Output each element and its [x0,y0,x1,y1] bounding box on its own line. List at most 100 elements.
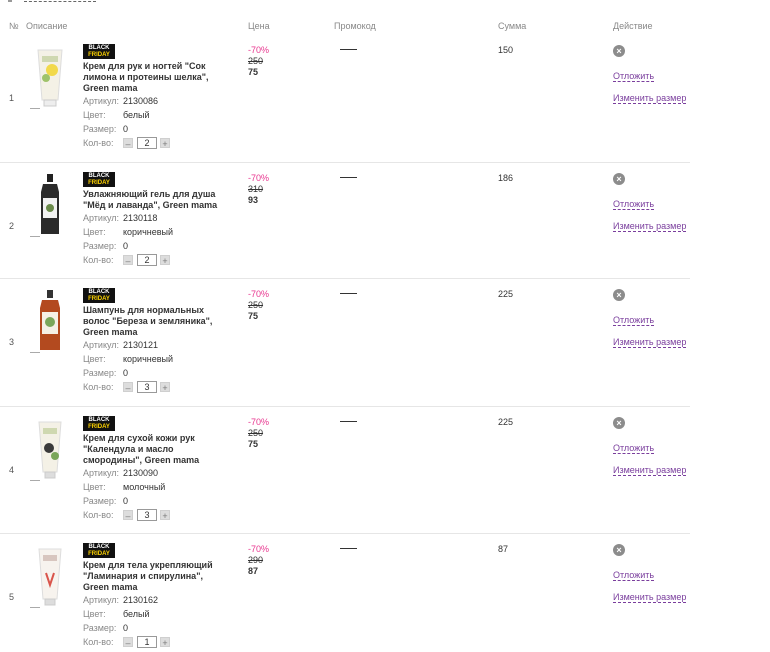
product-thumbnail[interactable] [28,543,72,609]
qty-label: Кол-во: [83,138,114,148]
color-value: коричневый [123,227,174,237]
close-circle-icon[interactable]: × [613,417,625,429]
badge-bottom-text: FRIDAY [88,551,110,557]
qty-label: Кол-во: [83,637,114,647]
close-circle-icon[interactable]: × [613,544,625,556]
postpone-link[interactable]: Отложить [613,570,655,581]
promo-empty-dash [340,177,357,178]
badge-bottom-text: FRIDAY [88,180,110,186]
size-label: Размер: [83,124,117,134]
qty-input[interactable]: 3 [137,381,157,393]
close-circle-icon[interactable]: × [613,289,625,301]
qty-minus-button[interactable]: – [123,138,133,149]
size-value: 0 [123,368,129,378]
old-price: 290 [248,555,264,565]
old-price: 250 [248,428,264,438]
qty-plus-button[interactable]: + [160,637,170,648]
header-action: Действие [613,21,653,31]
color-value: белый [123,110,150,120]
color-row: Цвет: белый [83,110,150,120]
new-price: 75 [248,67,259,77]
table-header: № Описание Цена Промокод Сумма Действие [0,21,770,33]
header-price: Цена [248,21,270,31]
qty-minus-button[interactable]: – [123,637,133,648]
change-size-link[interactable]: Изменить размер [613,221,687,232]
size-label: Размер: [83,496,117,506]
qty-minus-button[interactable]: – [123,510,133,521]
color-row: Цвет: коричневый [83,354,173,364]
close-circle-icon[interactable]: × [613,45,625,57]
product-name[interactable]: Крем для рук и ногтей "Сок лимона и прот… [83,61,223,94]
size-value: 0 [123,241,129,251]
product-name[interactable]: Крем для сухой кожи рук "Календула и мас… [83,433,223,466]
qty-plus-button[interactable]: + [160,382,170,393]
thumbnail-divider [30,480,40,481]
qty-input[interactable]: 2 [137,254,157,266]
change-size-link[interactable]: Изменить размер [613,337,687,348]
top-dashed-link[interactable] [8,0,98,6]
article-value: 2130118 [123,213,158,223]
row-number: 1 [9,93,15,103]
change-size-link[interactable]: Изменить размер [613,93,687,104]
badge-bottom-text: FRIDAY [88,296,110,302]
row-sum: 225 [498,289,514,299]
row-sum: 87 [498,544,509,554]
badge-top-text: BLACK [88,289,110,295]
discount-percent: -70% [248,417,270,427]
size-row: Размер: 0 [83,496,128,506]
qty-plus-button[interactable]: + [160,510,170,521]
product-name[interactable]: Увлажняющий гель для душа "Мёд и лаванда… [83,189,223,211]
thumbnail-divider [30,108,40,109]
qty-minus-button[interactable]: – [123,255,133,266]
qty-row: Кол-во: [83,382,114,392]
discount-percent: -70% [248,544,270,554]
size-row: Размер: 0 [83,623,128,633]
change-size-link[interactable]: Изменить размер [613,465,687,476]
product-thumbnail[interactable] [28,288,72,354]
product-name[interactable]: Крем для тела укрепляющий "Ламинария и с… [83,560,223,593]
thumbnail-divider [30,607,40,608]
postpone-link[interactable]: Отложить [613,71,655,82]
change-size-link[interactable]: Изменить размер [613,592,687,603]
badge-bottom-text: FRIDAY [88,52,110,58]
product-name[interactable]: Шампунь для нормальных волос "Береза и з… [83,305,223,338]
table-row: 5 BLACK FRIDAY Крем для тела укрепляющий… [0,539,690,649]
table-row: 1 BLACK FRIDAY Крем для рук и ногтей "Со… [0,40,690,163]
size-row: Размер: 0 [83,124,128,134]
color-label: Цвет: [83,227,106,237]
close-circle-icon[interactable]: × [613,173,625,185]
row-sum: 225 [498,417,514,427]
postpone-link[interactable]: Отложить [613,443,655,454]
qty-input[interactable]: 3 [137,509,157,521]
size-value: 0 [123,496,129,506]
qty-input[interactable]: 2 [137,137,157,149]
postpone-link[interactable]: Отложить [613,199,655,210]
product-thumbnail[interactable] [28,44,72,110]
new-price: 75 [248,439,259,449]
qty-minus-button[interactable]: – [123,382,133,393]
size-label: Размер: [83,623,117,633]
article-row: Артикул: 2130090 [83,468,158,478]
qty-label: Кол-во: [83,382,114,392]
article-row: Артикул: 2130118 [83,213,157,223]
product-thumbnail[interactable] [28,416,72,482]
product-thumbnail[interactable] [28,172,72,238]
qty-plus-button[interactable]: + [160,138,170,149]
table-row: 4 BLACK FRIDAY Крем для сухой кожи рук "… [0,412,690,534]
header-promo: Промокод [334,21,376,31]
article-row: Артикул: 2130121 [83,340,158,350]
promo-empty-dash [340,293,357,294]
promo-empty-dash [340,548,357,549]
header-sum: Сумма [498,21,527,31]
qty-plus-button[interactable]: + [160,255,170,266]
article-label: Артикул: [83,595,120,605]
postpone-link[interactable]: Отложить [613,315,655,326]
qty-input[interactable]: 1 [137,636,157,648]
bullet-icon [8,0,12,2]
article-label: Артикул: [83,213,120,223]
article-row: Артикул: 2130162 [83,595,158,605]
qty-row: Кол-во: [83,637,114,647]
article-value: 2130086 [123,96,159,106]
badge-top-text: BLACK [88,45,110,51]
discount-percent: -70% [248,45,270,55]
